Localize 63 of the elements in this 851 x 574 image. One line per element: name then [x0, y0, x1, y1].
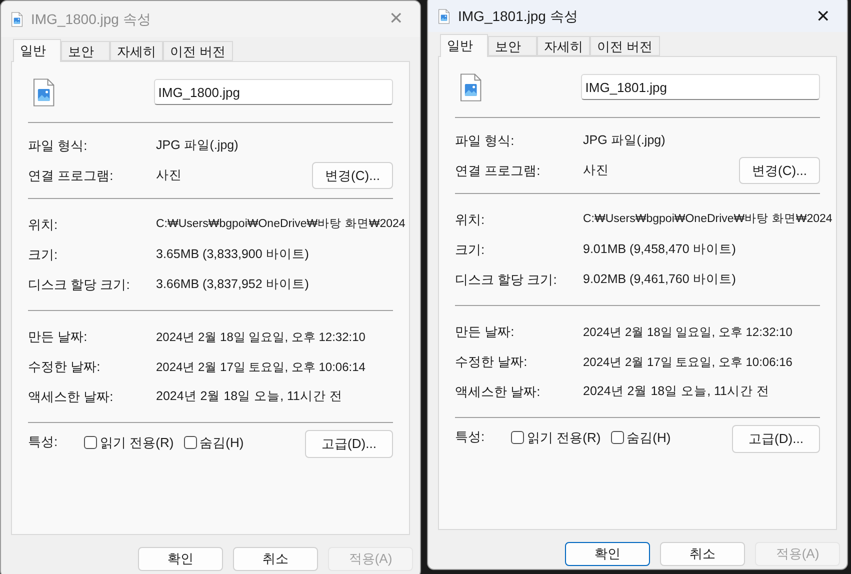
dialog-button[interactable]: 취소 [660, 542, 745, 566]
tab[interactable]: 이전 버전 [163, 41, 233, 61]
field-value: 2024년 2월 17일 토요일, 오후 10:06:16 [583, 354, 792, 370]
advanced-button[interactable]: 고급(D)... [305, 430, 393, 458]
field-label: 수정한 날짜: [28, 358, 102, 376]
checkbox[interactable]: 읽기 전용(R) [84, 430, 174, 452]
file-name-field[interactable]: IMG_1800.jpg [154, 79, 393, 105]
field-value: 사진 [583, 162, 609, 180]
tab[interactable]: 보안 [61, 41, 110, 61]
window-title: IMG_1800.jpg 속성 [31, 10, 151, 29]
field-value: 2024년 2월 18일 일요일, 오후 12:32:10 [583, 324, 792, 340]
tab[interactable]: 보안 [488, 36, 537, 56]
change-button[interactable]: 변경(C)... [739, 157, 820, 184]
dialog-button[interactable]: 취소 [233, 547, 318, 571]
field-label: 만든 날짜: [455, 322, 516, 341]
field-value: 9.02MB (9,461,760 바이트) [583, 271, 736, 288]
advanced-button[interactable]: 고급(D)... [732, 425, 820, 453]
image-file-icon [11, 12, 23, 26]
field-value: 2024년 2월 17일 토요일, 오후 10:06:14 [156, 358, 366, 376]
field-value: 2024년 2월 18일 오늘, 11시간 전 [156, 388, 342, 406]
field-label: 연결 프로그램: [28, 166, 114, 185]
field-label: 특성: [28, 433, 59, 451]
dialog-button[interactable]: 확인 [565, 542, 650, 566]
field-value: 9.01MB (9,458,470 바이트) [583, 241, 736, 258]
image-file-icon [33, 78, 55, 106]
field-label: 디스크 할당 크기: [455, 270, 558, 289]
checkbox[interactable]: 읽기 전용(R) [511, 425, 601, 448]
tab[interactable]: 일반 [13, 39, 61, 62]
field-label: 액세스한 날짜: [28, 388, 114, 406]
field-value: C:₩Users₩bgpoi₩OneDrive₩바탕 화면₩2024 [583, 212, 832, 227]
field-label: 위치: [455, 210, 486, 229]
field-label: 파일 형식: [28, 136, 88, 155]
tab[interactable]: 이전 버전 [590, 36, 660, 56]
field-value: 2024년 2월 18일 일요일, 오후 12:32:10 [156, 328, 366, 346]
field-label: 수정한 날짜: [455, 352, 528, 371]
image-file-icon [460, 72, 482, 102]
checkbox[interactable]: 숨김(H) [184, 430, 244, 452]
field-value: 3.65MB (3,833,900 바이트) [156, 246, 309, 264]
field-label: 연결 프로그램: [455, 162, 542, 180]
field-value: JPG 파일(.jpg) [156, 137, 238, 154]
field-value: 3.66MB (3,837,952 바이트) [156, 276, 309, 294]
checkbox[interactable]: 숨김(H) [610, 425, 671, 448]
field-value: 2024년 2월 18일 오늘, 11시간 전 [583, 383, 770, 400]
field-label: 크기: [28, 246, 59, 264]
field-label: 특성: [455, 428, 486, 446]
field-label: 위치: [28, 216, 59, 234]
field-label: 크기: [455, 240, 486, 259]
field-label: 액세스한 날짜: [455, 382, 542, 401]
change-button[interactable]: 변경(C)... [312, 162, 393, 189]
tab[interactable]: 자세히 [110, 41, 163, 61]
field-value: 사진 [156, 167, 182, 184]
field-label: 파일 형식: [455, 132, 516, 150]
file-name-field[interactable]: IMG_1801.jpg [581, 74, 820, 100]
field-value: JPG 파일(.jpg) [583, 132, 666, 150]
field-label: 디스크 할당 크기: [28, 276, 131, 294]
field-label: 만든 날짜: [28, 328, 88, 346]
tab[interactable]: 자세히 [537, 36, 590, 56]
dialog-button[interactable]: 확인 [138, 547, 223, 571]
close-button[interactable]: ✕ [805, 2, 841, 30]
image-file-icon [438, 9, 450, 24]
tab[interactable]: 일반 [440, 34, 488, 57]
field-value: C:₩Users₩bgpoi₩OneDrive₩바탕 화면₩2024 [156, 216, 406, 232]
window-title: IMG_1801.jpg 속성 [458, 7, 578, 26]
